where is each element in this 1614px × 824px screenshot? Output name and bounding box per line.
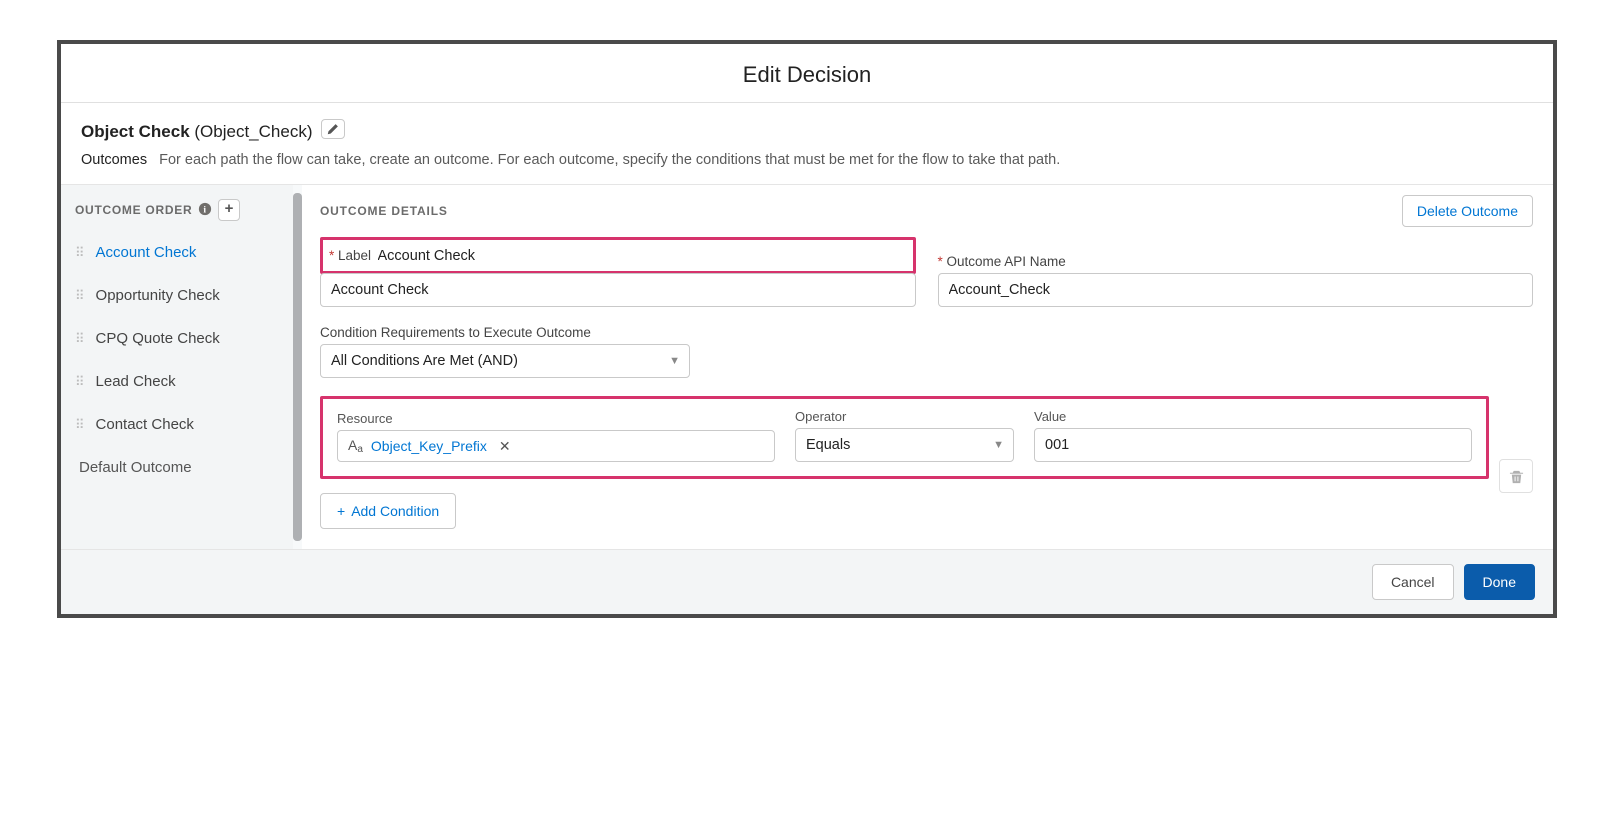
requirements-label: Condition Requirements to Execute Outcom… [320,325,1533,340]
subheader: Object Check (Object_Check) Outcomes For… [61,103,1553,184]
outcome-item-label: CPQ Quote Check [96,330,220,347]
label-input[interactable] [376,244,516,264]
condition-operator-col: Operator ▼ [795,409,1014,462]
label-api-row: Label Outcome API Name [320,237,1533,307]
clear-resource-icon[interactable]: ✕ [499,438,511,455]
drag-handle-icon[interactable]: ⠿ [75,245,86,261]
requirements-group: Condition Requirements to Execute Outcom… [320,325,1533,378]
text-type-icon: Aa [348,437,363,455]
condition-row: Resource Aa Object_Key_Prefix ✕ Operator… [320,396,1489,479]
add-condition-button[interactable]: + Add Condition [320,493,456,529]
api-name-input[interactable] [938,273,1534,307]
outcome-item-contact[interactable]: ⠿ Contact Check [61,403,293,446]
outcomes-description: Outcomes For each path the flow can take… [81,152,1533,184]
condition-row-wrap: Resource Aa Object_Key_Prefix ✕ Operator… [320,396,1533,493]
operator-value[interactable] [795,428,1014,462]
api-group: Outcome API Name [938,254,1534,307]
scrollbar-thumb[interactable] [293,193,302,541]
modal-body: OUTCOME ORDER i + ⠿ Account Check ⠿ Oppo… [61,184,1553,549]
drag-handle-icon[interactable]: ⠿ [75,374,86,390]
outcome-item-label: Contact Check [96,416,194,433]
label-group: Label [320,237,916,307]
done-button[interactable]: Done [1464,564,1535,600]
add-outcome-button[interactable]: + [218,199,240,221]
outcome-list: ⠿ Account Check ⠿ Opportunity Check ⠿ CP… [61,231,293,446]
outcome-sidebar: OUTCOME ORDER i + ⠿ Account Check ⠿ Oppo… [61,185,293,549]
requirements-select[interactable]: ▼ [320,344,690,378]
decision-title: Object Check (Object_Check) [81,119,1533,142]
value-input[interactable] [1034,428,1472,462]
details-header: OUTCOME DETAILS Delete Outcome [320,195,1533,227]
sidebar-wrap: OUTCOME ORDER i + ⠿ Account Check ⠿ Oppo… [61,185,302,549]
cancel-button[interactable]: Cancel [1372,564,1454,600]
pencil-icon [327,123,339,135]
value-label: Value [1034,409,1472,424]
condition-value-col: Value [1034,409,1472,462]
info-icon[interactable]: i [198,202,212,219]
outcome-item-label: Account Check [96,244,197,261]
operator-label: Operator [795,409,1014,424]
outcomes-help-text: For each path the flow can take, create … [159,152,1060,168]
resource-label: Resource [337,411,775,426]
add-condition-label: Add Condition [351,503,439,519]
outcome-order-header: OUTCOME ORDER i + [61,191,293,231]
edit-decision-modal: Edit Decision Object Check (Object_Check… [57,40,1557,618]
edit-name-button[interactable] [321,119,345,139]
outcome-order-label: OUTCOME ORDER [75,203,192,217]
outcome-details-panel: OUTCOME DETAILS Delete Outcome Label Out… [302,185,1553,549]
operator-select[interactable]: ▼ [795,428,1014,462]
outcome-item-lead[interactable]: ⠿ Lead Check [61,360,293,403]
condition-resource-col: Resource Aa Object_Key_Prefix ✕ [337,411,775,462]
drag-handle-icon[interactable]: ⠿ [75,331,86,347]
resource-value: Object_Key_Prefix [371,438,487,454]
label-field-label: Label [329,248,371,263]
delete-outcome-button[interactable]: Delete Outcome [1402,195,1533,227]
decision-name: Object Check [81,122,190,141]
api-field-label: Outcome API Name [938,254,1534,269]
outcome-item-label: Lead Check [96,373,176,390]
drag-handle-icon[interactable]: ⠿ [75,288,86,304]
outcome-item-account[interactable]: ⠿ Account Check [61,231,293,274]
outcome-item-cpq[interactable]: ⠿ CPQ Quote Check [61,317,293,360]
outcome-item-opportunity[interactable]: ⠿ Opportunity Check [61,274,293,317]
details-title: OUTCOME DETAILS [320,204,448,218]
label-input-full[interactable] [320,273,916,307]
requirements-value[interactable] [320,344,690,378]
sidebar-scrollbar[interactable] [293,193,302,541]
modal-title: Edit Decision [61,44,1553,102]
svg-text:i: i [204,204,207,215]
outcome-item-label: Opportunity Check [96,287,220,304]
resource-input[interactable]: Aa Object_Key_Prefix ✕ [337,430,775,462]
modal-footer: Cancel Done [61,549,1553,614]
default-outcome-item[interactable]: Default Outcome [61,446,293,489]
outcomes-label: Outcomes [81,152,147,168]
label-highlight: Label [320,237,916,274]
trash-icon [1509,469,1524,484]
drag-handle-icon[interactable]: ⠿ [75,417,86,433]
plus-icon: + [337,503,345,519]
decision-api: (Object_Check) [194,122,312,141]
delete-condition-button[interactable] [1499,459,1533,493]
